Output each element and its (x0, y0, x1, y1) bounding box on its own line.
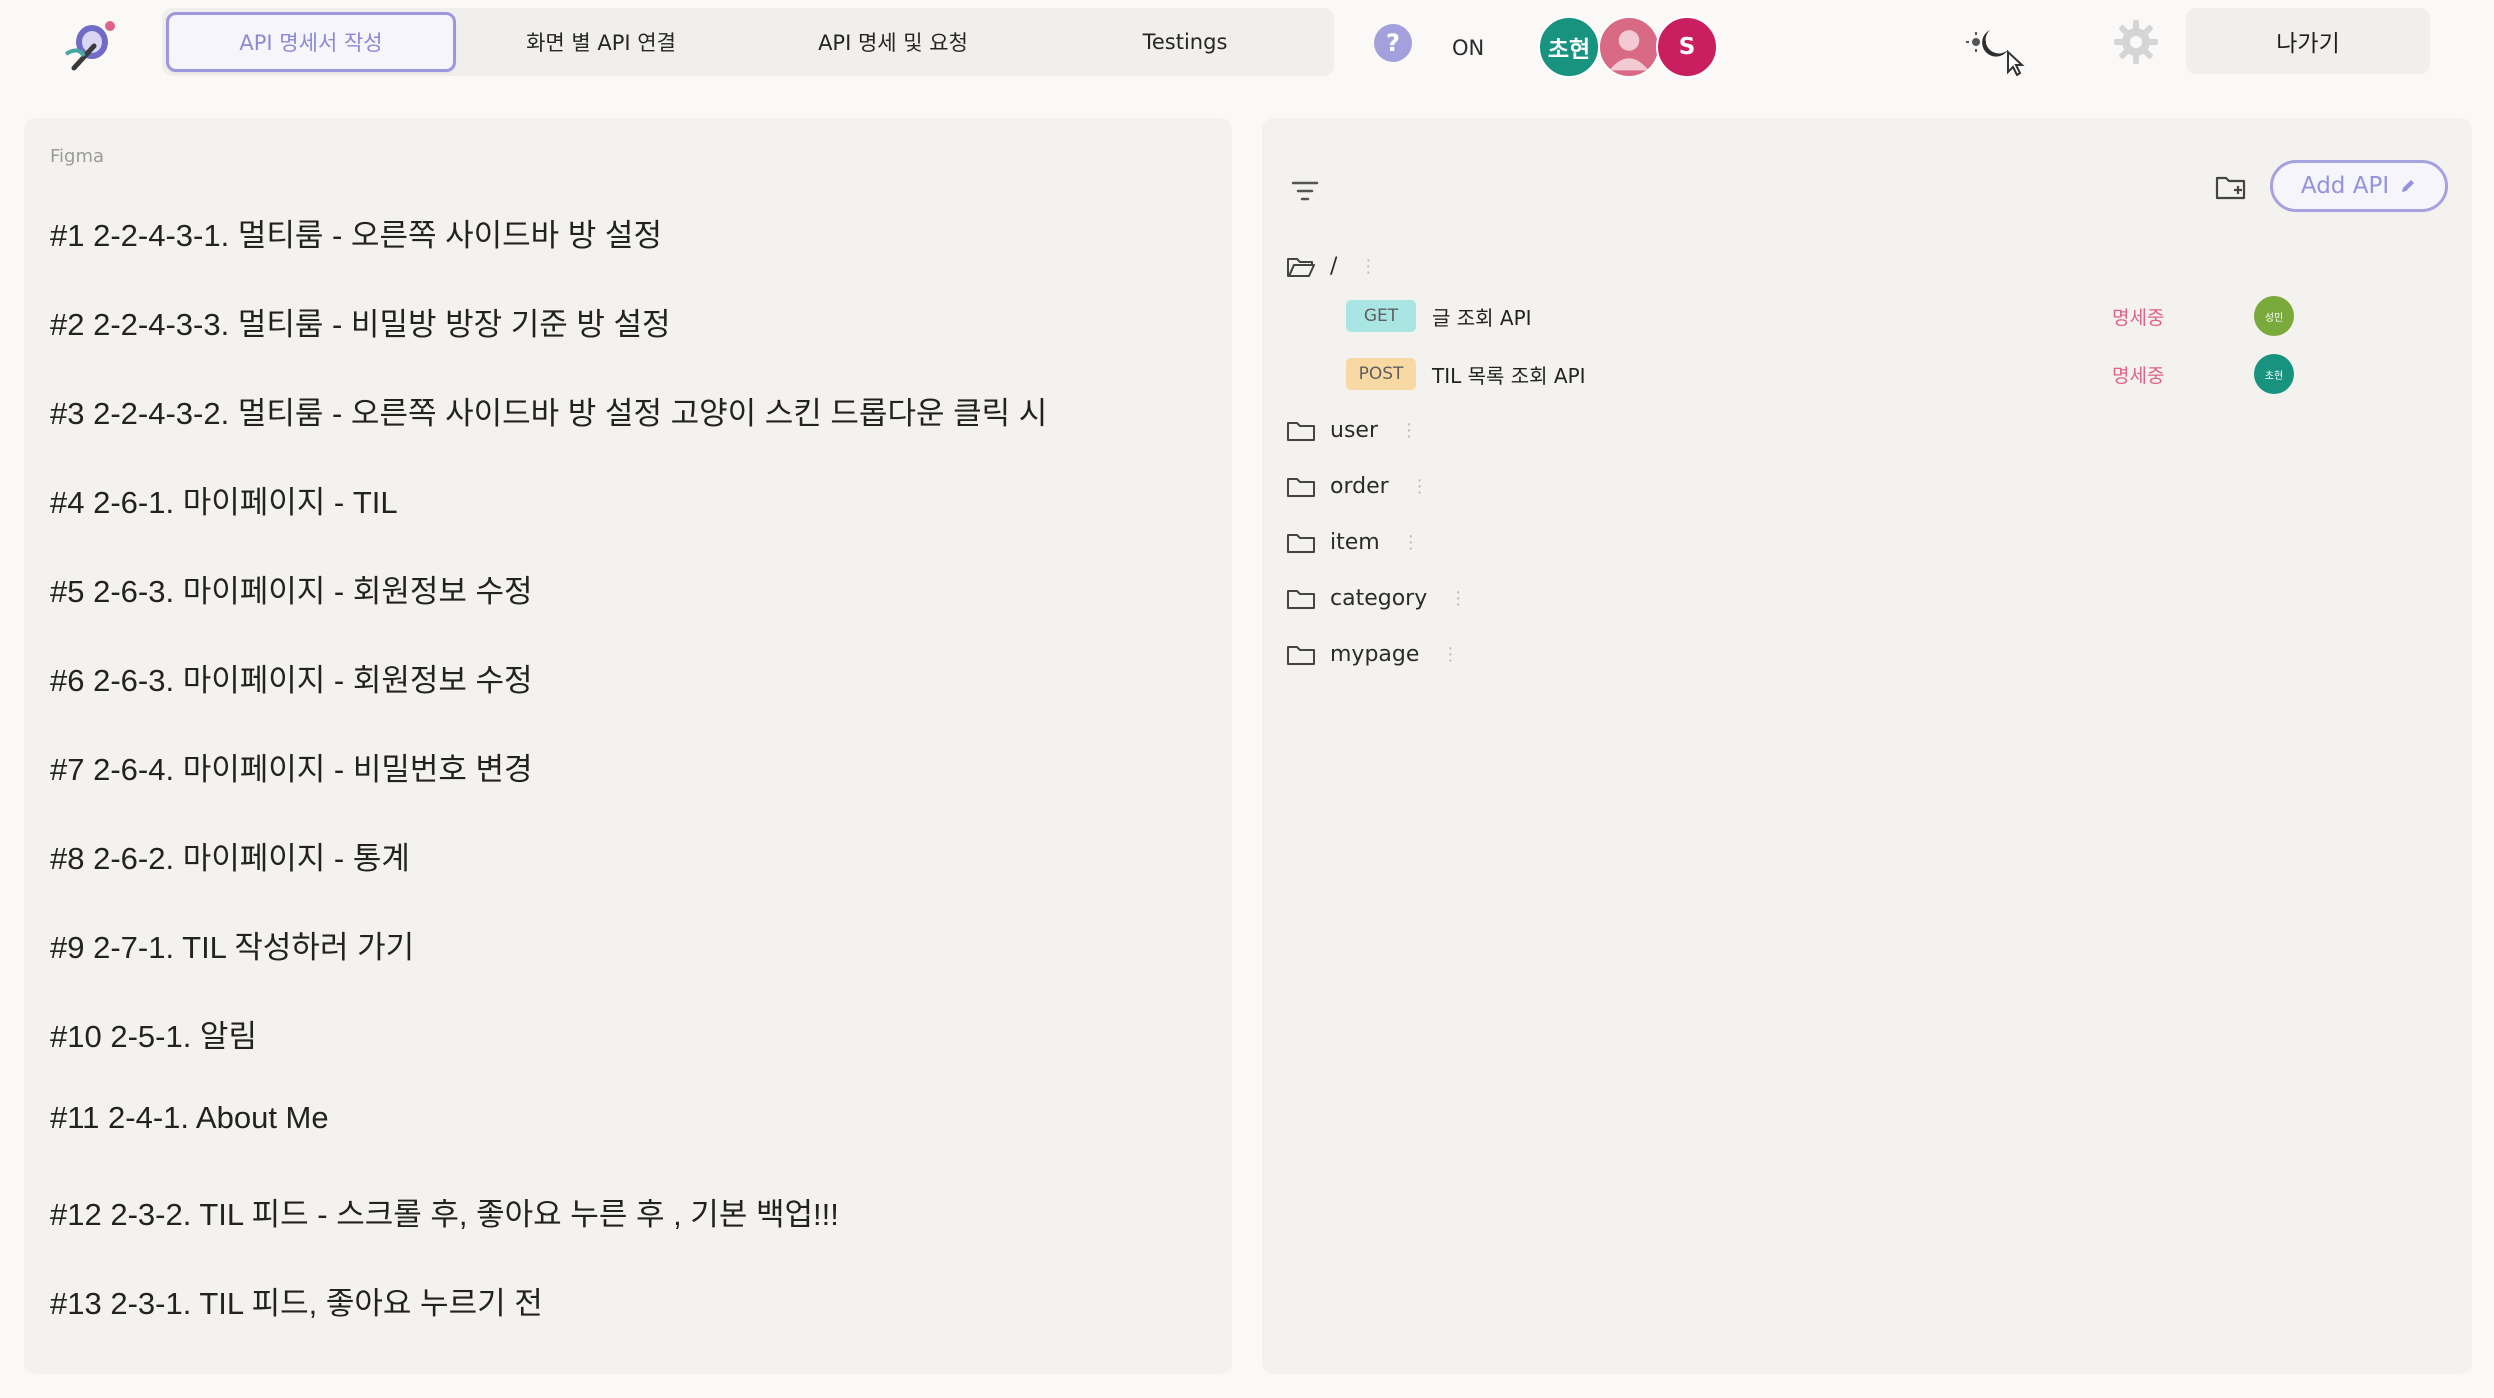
folder-name: order (1330, 474, 1389, 499)
folder-open-icon (1287, 257, 1315, 277)
folder-icon (1287, 589, 1315, 609)
folder-icon (1287, 421, 1315, 441)
status-badge: 명세중 (2112, 364, 2165, 387)
main-tabs: API 명세서 작성 화면 별 API 연결 API 명세 및 요청 Testi… (162, 8, 1334, 76)
avatar[interactable] (1598, 16, 1660, 78)
api-row[interactable]: POST TIL 목록 조회 API 명세중 초현 (1346, 354, 2396, 394)
frame-item[interactable]: #2 2-2-4-3-3. 멀티룸 - 비밀방 방장 기준 방 설정 (50, 299, 1210, 388)
frame-item[interactable]: #11 2-4-1. About Me (50, 1100, 1210, 1189)
status-badge: 명세중 (2112, 306, 2165, 329)
user-silhouette-icon (1609, 30, 1649, 71)
frame-item[interactable]: #8 2-6-2. 마이페이지 - 통계 (50, 833, 1210, 922)
avatar[interactable]: S (1656, 16, 1718, 78)
folder-icon (1287, 477, 1315, 497)
more-options-icon[interactable]: ⋮ (1402, 533, 1420, 552)
frame-item[interactable]: #12 2-3-2. TIL 피드 - 스크롤 후, 좋아요 누른 후 , 기본… (50, 1189, 1210, 1278)
avatar-initials: 초현 (1547, 37, 1591, 63)
theme-toggle-icon[interactable] (1964, 24, 2026, 76)
frame-item[interactable]: #4 2-6-1. 마이페이지 - TIL (50, 477, 1210, 566)
frame-list: #1 2-2-4-3-1. 멀티룸 - 오른쪽 사이드바 방 설정 #2 2-2… (50, 210, 1210, 1367)
folder-row-category[interactable]: category ⋮ (1286, 586, 1467, 611)
avatar-initials: S (1678, 34, 1696, 60)
frame-item[interactable]: #9 2-7-1. TIL 작성하러 가기 (50, 922, 1210, 1011)
frame-item[interactable]: #6 2-6-3. 마이페이지 - 회원정보 수정 (50, 655, 1210, 744)
top-bar: API 명세서 작성 화면 별 API 연결 API 명세 및 요청 Testi… (0, 0, 2494, 112)
tab-screen-api-link[interactable]: 화면 별 API 연결 (456, 12, 746, 72)
api-name: 글 조회 API (1432, 305, 1532, 330)
folder-name: mypage (1330, 642, 1420, 667)
folder-name: user (1330, 418, 1378, 443)
method-badge-post: POST (1346, 358, 1416, 390)
add-api-label: Add API (2300, 173, 2390, 199)
tab-testings[interactable]: Testings (1040, 12, 1330, 72)
gear-icon[interactable] (2112, 18, 2160, 66)
add-api-button[interactable]: Add API (2270, 160, 2448, 212)
online-status-label: ON (1452, 36, 1485, 60)
folder-row-order[interactable]: order ⋮ (1286, 474, 1429, 499)
more-options-icon[interactable]: ⋮ (1449, 589, 1467, 608)
owner-avatar: 초현 (2254, 354, 2294, 394)
pencil-icon (2402, 180, 2415, 192)
frame-item[interactable]: #13 2-3-1. TIL 피드, 좋아요 누르기 전 (50, 1278, 1210, 1367)
folder-icon (1287, 645, 1315, 665)
help-icon[interactable]: ? (1374, 24, 1412, 62)
more-options-icon[interactable]: ⋮ (1359, 257, 1377, 276)
source-label: Figma (50, 146, 105, 167)
method-badge-get: GET (1346, 300, 1416, 332)
frame-item[interactable]: #5 2-6-3. 마이페이지 - 회원정보 수정 (50, 566, 1210, 655)
tab-api-spec-request[interactable]: API 명세 및 요청 (748, 12, 1038, 72)
new-folder-icon[interactable] (2214, 170, 2248, 204)
frame-item[interactable]: #10 2-5-1. 알림 (50, 1011, 1210, 1100)
folder-row-item[interactable]: item ⋮ (1286, 530, 1420, 555)
owner-avatar: 성민 (2254, 296, 2294, 336)
tab-api-spec-writing[interactable]: API 명세서 작성 (166, 12, 456, 72)
app-logo-icon[interactable] (58, 16, 122, 80)
more-options-icon[interactable]: ⋮ (1400, 421, 1418, 440)
folder-row-user[interactable]: user ⋮ (1286, 418, 1418, 443)
folder-icon (1287, 533, 1315, 553)
frame-item[interactable]: #7 2-6-4. 마이페이지 - 비밀번호 변경 (50, 744, 1210, 833)
api-name: TIL 목록 조회 API (1432, 363, 1586, 388)
api-tree-panel: Add API / ⋮ GET 글 조회 API 명세중 성민 POST TIL… (1262, 118, 2472, 1374)
frame-item[interactable]: #1 2-2-4-3-1. 멀티룸 - 오른쪽 사이드바 방 설정 (50, 210, 1210, 299)
avatar[interactable]: 초현 (1538, 16, 1600, 78)
folder-row-root[interactable]: / ⋮ (1286, 254, 1377, 279)
filter-icon[interactable] (1290, 178, 1320, 204)
frame-item[interactable]: #3 2-2-4-3-2. 멀티룸 - 오른쪽 사이드바 방 설정 고양이 스킨… (50, 388, 1210, 477)
exit-button[interactable]: 나가기 (2186, 8, 2430, 74)
api-row[interactable]: GET 글 조회 API 명세중 성민 (1346, 296, 2396, 336)
folder-row-mypage[interactable]: mypage ⋮ (1286, 642, 1459, 667)
folder-name: / (1330, 254, 1338, 279)
more-options-icon[interactable]: ⋮ (1441, 645, 1459, 664)
figma-frames-panel: Figma #1 2-2-4-3-1. 멀티룸 - 오른쪽 사이드바 방 설정 … (24, 118, 1232, 1374)
folder-name: item (1330, 530, 1380, 555)
folder-name: category (1330, 586, 1428, 611)
more-options-icon[interactable]: ⋮ (1411, 477, 1429, 496)
